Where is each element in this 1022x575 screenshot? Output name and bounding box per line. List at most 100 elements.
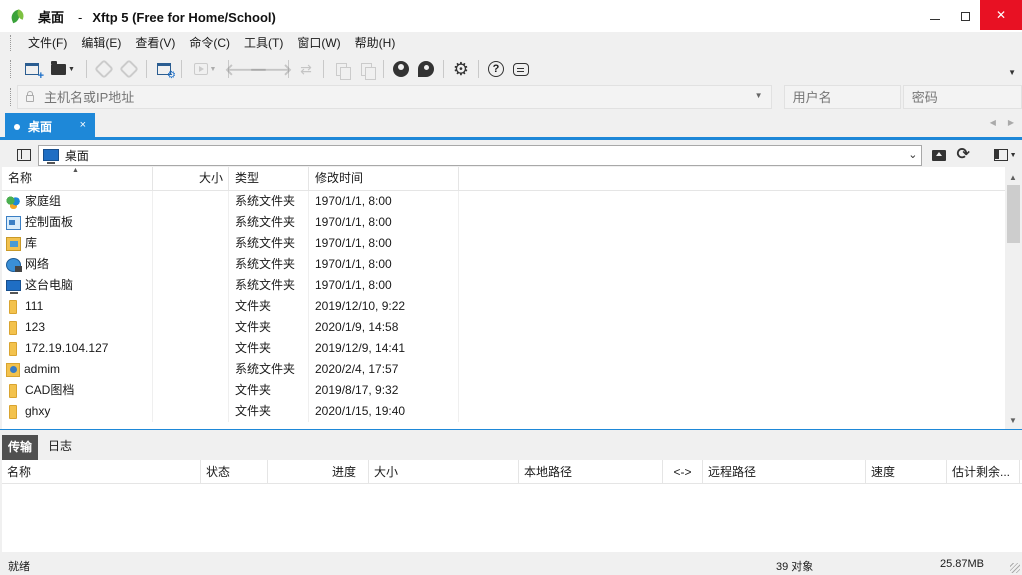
menu-tools[interactable]: 工具(T) <box>237 33 290 53</box>
host-field[interactable]: ▼ <box>16 85 772 109</box>
column-size[interactable]: 大小 <box>153 167 229 191</box>
tab-prev-icon[interactable]: ◀ <box>990 118 996 127</box>
scroll-up-icon[interactable]: ▲ <box>1009 173 1017 182</box>
tab-log[interactable]: 日志 <box>40 434 80 460</box>
file-row[interactable]: 控制面板 系统文件夹 1970/1/1, 8:00 <box>2 212 1022 233</box>
open-session-button[interactable]: ▼ <box>46 58 80 80</box>
file-row[interactable]: 111 文件夹 2019/12/10, 9:22 <box>2 296 1022 317</box>
menu-window[interactable]: 窗口(W) <box>290 33 347 53</box>
file-row[interactable]: 家庭组 系统文件夹 1970/1/1, 8:00 <box>2 191 1022 212</box>
file-list-header: 名称 ▲ 大小 类型 修改时间 <box>2 167 1022 191</box>
file-type: 文件夹 <box>229 380 309 401</box>
new-session-button[interactable] <box>21 58 44 82</box>
open-folder-icon <box>51 60 67 75</box>
path-combobox[interactable]: 桌面 ⌄ <box>37 144 923 166</box>
file-row[interactable]: 123 文件夹 2020/1/9, 14:58 <box>2 317 1022 338</box>
file-name: 123 <box>25 320 46 334</box>
transfer-button[interactable]: ▼ <box>188 58 222 80</box>
chevron-down-icon[interactable]: ⌄ <box>908 148 917 161</box>
minimize-icon <box>930 18 940 20</box>
pane-splitter[interactable] <box>0 429 1022 433</box>
transfer-column-size[interactable]: 大小 <box>369 460 519 484</box>
host-input[interactable] <box>43 89 724 105</box>
file-name-cell: 家庭组 <box>2 191 153 212</box>
file-modified: 2020/1/15, 19:40 <box>309 401 459 422</box>
address-bar-grip[interactable] <box>10 88 13 106</box>
file-name: 控制面板 <box>25 215 74 229</box>
transfer-queue-header: 名称 状态 进度 大小 本地路径 <-> 远程路径 速度 估计剩余... <box>2 460 1022 484</box>
transfer-column-name[interactable]: 名称 <box>2 460 201 484</box>
toolbar-separator <box>443 60 444 78</box>
file-row[interactable]: 库 系统文件夹 1970/1/1, 8:00 <box>2 233 1022 254</box>
tab-transfer[interactable]: 传输 <box>2 435 39 460</box>
scroll-down-icon[interactable]: ▼ <box>1009 416 1017 425</box>
sync-button[interactable]: ⇄ <box>295 58 317 80</box>
file-row[interactable]: CAD图档 文件夹 2019/8/17, 9:32 <box>2 380 1022 401</box>
tab-close-icon[interactable]: × <box>80 119 86 131</box>
file-row[interactable]: 172.19.104.127 文件夹 2019/12/9, 14:41 <box>2 338 1022 359</box>
username-field[interactable] <box>783 85 901 109</box>
transfer-column-remote-path[interactable]: 远程路径 <box>703 460 866 484</box>
transfer-column-progress[interactable]: 进度 <box>268 460 369 484</box>
transfer-column-speed[interactable]: 速度 <box>866 460 947 484</box>
session-properties-button[interactable] <box>153 58 176 81</box>
maximize-button[interactable] <box>950 0 980 32</box>
options-button[interactable]: ⚙ <box>450 58 472 80</box>
toolbar-overflow-icon[interactable]: ▼ <box>1008 68 1016 77</box>
gear-icon: ⚙ <box>452 59 470 79</box>
copy-button[interactable] <box>330 58 352 80</box>
password-field[interactable] <box>902 85 1022 109</box>
paste-button[interactable] <box>355 58 377 80</box>
resize-grip[interactable] <box>1010 563 1020 573</box>
xshell-button[interactable] <box>390 58 412 80</box>
parent-folder-button[interactable] <box>928 145 950 165</box>
scrollbar-thumb[interactable] <box>1007 185 1020 243</box>
file-row[interactable]: admim 系统文件夹 2020/2/4, 17:57 <box>2 359 1022 380</box>
toolbar-separator <box>181 60 182 78</box>
xftp-button[interactable] <box>415 58 437 80</box>
connect-button[interactable] <box>93 58 115 80</box>
menu-grip[interactable] <box>10 35 13 51</box>
close-button[interactable]: ✕ <box>980 0 1022 30</box>
minimize-button[interactable] <box>920 0 950 32</box>
file-size <box>153 380 229 401</box>
feedback-button[interactable] <box>510 58 532 80</box>
file-row[interactable]: ghxy 文件夹 2020/1/15, 19:40 <box>2 401 1022 422</box>
library-icon <box>6 236 21 251</box>
lock-icon <box>25 91 34 102</box>
column-modified[interactable]: 修改时间 <box>309 167 459 191</box>
transfer-column-direction[interactable]: <-> <box>663 460 703 484</box>
menu-command[interactable]: 命令(C) <box>182 33 237 53</box>
file-row[interactable]: 网络 系统文件夹 1970/1/1, 8:00 <box>2 254 1022 275</box>
transfer-column-local-path[interactable]: 本地路径 <box>519 460 663 484</box>
menu-bar: 文件(F) 编辑(E) 查看(V) 命令(C) 工具(T) 窗口(W) 帮助(H… <box>0 32 1022 54</box>
file-row[interactable]: 这台电脑 系统文件夹 1970/1/1, 8:00 <box>2 275 1022 296</box>
help-button[interactable]: ? <box>485 58 507 80</box>
column-type[interactable]: 类型 <box>229 167 309 191</box>
file-type: 系统文件夹 <box>229 233 309 254</box>
window-title-location: 桌面 <box>38 9 65 25</box>
network-icon <box>6 257 22 272</box>
toggle-folder-pane-button[interactable] <box>14 145 34 165</box>
host-dropdown-icon[interactable]: ▼ <box>755 91 763 100</box>
vertical-scrollbar[interactable]: ▲ ▼ <box>1005 167 1022 429</box>
menu-edit[interactable]: 编辑(E) <box>74 33 128 53</box>
toolbar-grip[interactable] <box>10 60 13 78</box>
menu-file[interactable]: 文件(F) <box>21 33 74 53</box>
tab-next-icon[interactable]: ▶ <box>1008 118 1014 127</box>
help-icon: ? <box>488 61 504 77</box>
menu-help[interactable]: 帮助(H) <box>348 33 403 53</box>
username-input[interactable] <box>792 89 893 105</box>
transfer-column-status[interactable]: 状态 <box>201 460 268 484</box>
transfer-column-eta[interactable]: 估计剩余... <box>947 460 1020 484</box>
refresh-button[interactable]: ⟳ <box>952 145 974 165</box>
xftp-logo-icon <box>9 8 26 24</box>
password-input[interactable] <box>911 89 1012 105</box>
column-name[interactable]: 名称 ▲ <box>2 167 153 191</box>
menu-view[interactable]: 查看(V) <box>128 33 182 53</box>
forward-button[interactable]: 🡒 <box>250 58 293 80</box>
tab-desktop[interactable]: 桌面 × <box>5 113 95 140</box>
file-size <box>153 212 229 233</box>
disconnect-button[interactable] <box>118 58 140 80</box>
view-mode-button[interactable]: ▼ <box>988 145 1022 165</box>
